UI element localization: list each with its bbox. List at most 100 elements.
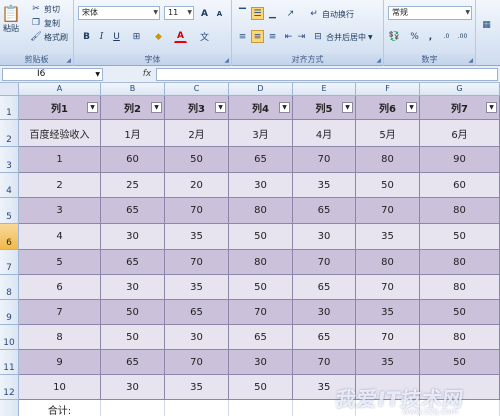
number-format-select[interactable]: 常规 ▼: [388, 6, 472, 20]
table-cell[interactable]: 4: [19, 224, 101, 250]
merge-center-button[interactable]: ⊟ 合并后居中 ▼: [312, 31, 372, 43]
table-header-cell[interactable]: 列5 ▼: [293, 96, 356, 120]
worksheet-grid[interactable]: A B C D E F G 1 2 3 4 5 6 7 8 9 10 11 12 列1 ▼ 列2 ▼ 列3 ▼ 列4 ▼ 列5 ▼ 列6 ▼…: [0, 83, 500, 416]
table-cell[interactable]: 6: [19, 275, 101, 300]
row-header[interactable]: 8: [0, 275, 19, 300]
table-cell[interactable]: 50: [165, 147, 229, 173]
align-left-button[interactable]: ≡: [236, 30, 249, 43]
table-cell[interactable]: 25: [101, 173, 165, 198]
italic-button[interactable]: I: [95, 30, 108, 43]
table-cell[interactable]: 65: [229, 147, 293, 173]
table-cell[interactable]: 35: [293, 173, 356, 198]
align-right-button[interactable]: ≡: [266, 30, 279, 43]
increase-indent-button[interactable]: ⇥: [295, 30, 308, 43]
formula-input[interactable]: [156, 68, 498, 81]
column-header[interactable]: A: [19, 83, 101, 96]
table-cell[interactable]: [165, 400, 229, 416]
table-cell[interactable]: 65: [293, 325, 356, 350]
row-header[interactable]: 12: [0, 375, 19, 400]
row-header[interactable]: 1: [0, 96, 19, 120]
shrink-font-button[interactable]: A: [213, 7, 226, 20]
align-bottom-button[interactable]: ▁: [266, 7, 279, 20]
table-cell[interactable]: 5: [19, 250, 101, 275]
phonetic-button[interactable]: 文: [198, 30, 211, 43]
table-cell[interactable]: 65: [101, 198, 165, 224]
align-top-button[interactable]: ▔: [236, 7, 249, 20]
underline-button[interactable]: U: [110, 30, 123, 43]
table-cell[interactable]: 35: [356, 224, 420, 250]
decrease-indent-button[interactable]: ⇤: [282, 30, 295, 43]
table-cell[interactable]: [229, 400, 293, 416]
row-header[interactable]: 10: [0, 325, 19, 350]
table-cell[interactable]: 50: [229, 224, 293, 250]
table-cell[interactable]: 70: [293, 350, 356, 375]
percent-button[interactable]: %: [408, 30, 421, 43]
table-header-cell[interactable]: 列6 ▼: [356, 96, 420, 120]
table-cell[interactable]: 4月: [293, 120, 356, 147]
filter-dropdown-icon[interactable]: ▼: [151, 101, 162, 113]
table-cell[interactable]: 70: [356, 325, 420, 350]
row-header[interactable]: 9: [0, 300, 19, 325]
fill-color-button[interactable]: ◆: [152, 30, 165, 43]
increase-decimal-button[interactable]: .0: [440, 30, 453, 43]
table-cell[interactable]: 35: [165, 375, 229, 400]
table-cell[interactable]: 1月: [101, 120, 165, 147]
align-middle-button[interactable]: ☰: [251, 7, 264, 20]
column-header[interactable]: D: [229, 83, 293, 96]
row-header[interactable]: 5: [0, 198, 19, 224]
row-header[interactable]: [0, 400, 19, 416]
table-cell[interactable]: 80: [229, 250, 293, 275]
orientation-button[interactable]: ↗: [284, 7, 297, 20]
dialog-launcher-icon[interactable]: ◢: [66, 57, 71, 64]
table-cell[interactable]: 2月: [165, 120, 229, 147]
table-cell[interactable]: 70: [229, 300, 293, 325]
table-cell[interactable]: 80: [420, 250, 500, 275]
table-cell[interactable]: 3: [19, 198, 101, 224]
table-cell[interactable]: 35: [165, 224, 229, 250]
total-label-cell[interactable]: 合计:: [19, 400, 101, 416]
cut-button[interactable]: ✂ 剪切: [30, 3, 60, 15]
table-cell[interactable]: 50: [420, 350, 500, 375]
filter-dropdown-icon[interactable]: ▼: [486, 101, 497, 113]
table-cell[interactable]: 20: [165, 173, 229, 198]
table-cell[interactable]: 10: [19, 375, 101, 400]
table-cell[interactable]: 30: [293, 300, 356, 325]
font-name-select[interactable]: 宋体 ▼: [78, 6, 160, 20]
table-cell[interactable]: 80: [229, 198, 293, 224]
table-cell[interactable]: 80: [420, 275, 500, 300]
row-header[interactable]: 4: [0, 173, 19, 198]
table-cell[interactable]: 50: [101, 325, 165, 350]
table-cell[interactable]: 50: [420, 224, 500, 250]
grow-font-button[interactable]: A: [198, 7, 211, 20]
table-cell[interactable]: 90: [420, 147, 500, 173]
table-cell[interactable]: 65: [101, 250, 165, 275]
table-cell[interactable]: 30: [229, 173, 293, 198]
table-cell[interactable]: 50: [229, 275, 293, 300]
column-header[interactable]: B: [101, 83, 165, 96]
border-button[interactable]: ⊞: [130, 30, 143, 43]
decrease-decimal-button[interactable]: .00: [456, 30, 469, 43]
filter-dropdown-icon[interactable]: ▼: [215, 101, 226, 113]
copy-button[interactable]: ❐ 复制: [30, 17, 60, 29]
table-cell[interactable]: 65: [101, 350, 165, 375]
table-cell[interactable]: 70: [165, 198, 229, 224]
table-cell[interactable]: 3月: [229, 120, 293, 147]
currency-button[interactable]: 💱: [388, 30, 401, 43]
select-all-corner[interactable]: [0, 83, 19, 96]
table-cell[interactable]: 60: [101, 147, 165, 173]
filter-dropdown-icon[interactable]: ▼: [279, 101, 290, 113]
table-cell[interactable]: 30: [293, 224, 356, 250]
column-header[interactable]: F: [356, 83, 420, 96]
font-size-select[interactable]: 11 ▼: [164, 6, 194, 20]
dialog-launcher-icon[interactable]: ◢: [376, 57, 381, 64]
row-header[interactable]: 11: [0, 350, 19, 375]
dialog-launcher-icon[interactable]: ◢: [224, 57, 229, 64]
table-cell[interactable]: 50: [420, 300, 500, 325]
table-header-cell[interactable]: 列1 ▼: [19, 96, 101, 120]
table-cell[interactable]: 65: [165, 300, 229, 325]
table-cell[interactable]: 70: [293, 250, 356, 275]
font-color-button[interactable]: A: [174, 30, 187, 43]
table-cell[interactable]: 70: [293, 147, 356, 173]
table-cell[interactable]: 80: [420, 198, 500, 224]
filter-dropdown-icon[interactable]: ▼: [406, 101, 417, 113]
